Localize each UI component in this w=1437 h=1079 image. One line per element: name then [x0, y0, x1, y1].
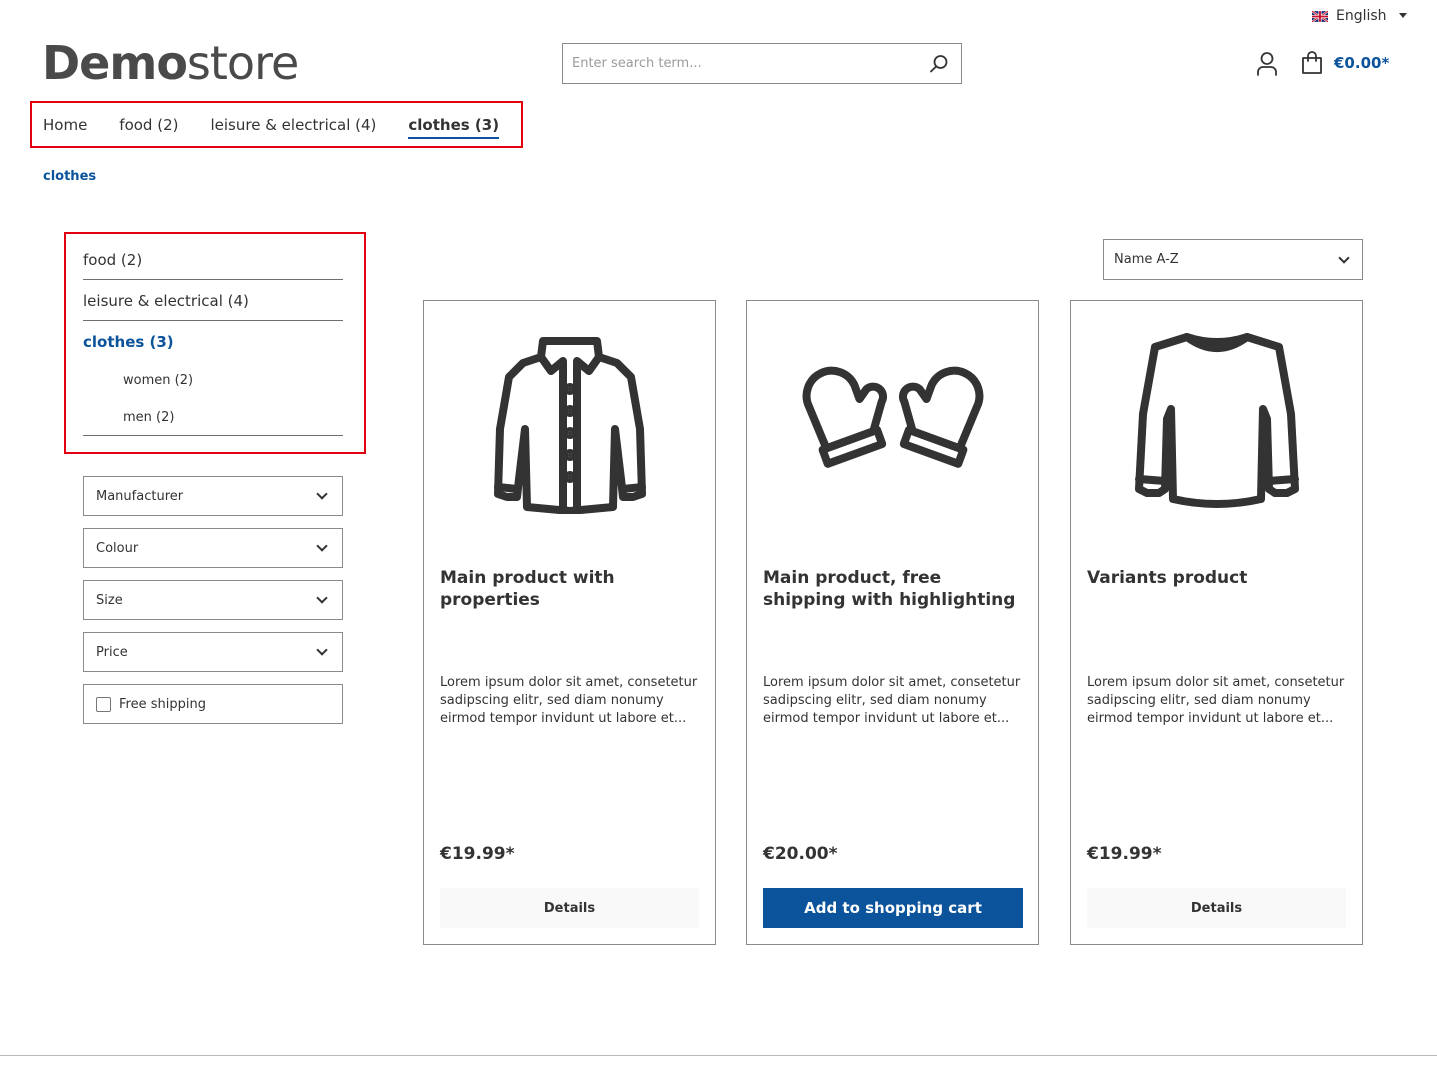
cart-button[interactable]: €0.00* [1300, 50, 1389, 76]
filter-label: Size [96, 592, 123, 608]
sidebar-item-food[interactable]: food (2) [83, 251, 343, 269]
store-logo[interactable]: Demostore [42, 36, 299, 90]
search-input[interactable] [563, 44, 917, 83]
filter-price[interactable]: Price [83, 632, 343, 672]
filter-label: Free shipping [119, 696, 206, 712]
chevron-down-icon [1338, 251, 1350, 264]
sidebar-item-clothes[interactable]: clothes (3) [83, 333, 343, 351]
caret-down-icon [1398, 12, 1407, 18]
product-name[interactable]: Main product, free shipping with highlig… [763, 567, 1025, 611]
sidebar-subitem-women[interactable]: women (2) [123, 373, 193, 388]
sweater-icon [1135, 332, 1299, 508]
product-card: Variants product Lorem ipsum dolor sit a… [1070, 300, 1363, 945]
sort-select[interactable]: Name A-Z [1103, 239, 1363, 280]
product-price: €19.99* [1087, 844, 1162, 864]
details-button[interactable]: Details [1087, 888, 1346, 928]
search-bar [562, 43, 962, 84]
filter-label: Price [96, 644, 128, 660]
sidebar-item-leisure-electrical[interactable]: leisure & electrical (4) [83, 292, 343, 310]
nav-food[interactable]: food (2) [119, 116, 178, 134]
divider [83, 320, 343, 321]
language-label: English [1336, 8, 1387, 24]
filter-free-shipping[interactable]: Free shipping [83, 684, 343, 724]
product-name[interactable]: Main product with properties [440, 567, 702, 611]
product-name[interactable]: Variants product [1087, 567, 1349, 589]
search-button[interactable] [917, 44, 961, 83]
chevron-down-icon [316, 540, 328, 552]
footer-divider [0, 1055, 1437, 1056]
breadcrumb[interactable]: clothes [43, 169, 96, 184]
product-image[interactable] [1087, 321, 1347, 521]
product-price: €19.99* [440, 844, 515, 864]
nav-leisure-electrical[interactable]: leisure & electrical (4) [210, 116, 376, 134]
user-icon [1257, 52, 1277, 76]
product-card: Main product, free shipping with highlig… [746, 300, 1039, 945]
cart-total: €0.00* [1334, 54, 1390, 72]
logo-bold-text: Demo [42, 36, 188, 90]
sort-selected-value: Name A-Z [1114, 252, 1179, 267]
product-image[interactable] [440, 321, 700, 521]
product-description: Lorem ipsum dolor sit amet, consetetur s… [440, 675, 698, 726]
sidebar-subitem-men[interactable]: men (2) [123, 410, 174, 425]
filter-manufacturer[interactable]: Manufacturer [83, 476, 343, 516]
search-icon [930, 54, 948, 72]
sidebar-category-nav: food (2) leisure & electrical (4) clothe… [64, 232, 366, 454]
filter-colour[interactable]: Colour [83, 528, 343, 568]
nav-home[interactable]: Home [43, 116, 87, 134]
chevron-down-icon [316, 592, 328, 604]
account-button[interactable] [1255, 51, 1279, 77]
chevron-down-icon [316, 488, 328, 500]
product-description: Lorem ipsum dolor sit amet, consetetur s… [763, 675, 1021, 726]
shopping-bag-icon [1302, 51, 1322, 74]
add-to-cart-button[interactable]: Add to shopping cart [763, 888, 1023, 928]
language-switcher[interactable]: English [1312, 8, 1407, 24]
product-price: €20.00* [763, 844, 838, 864]
product-card: Main product with properties Lorem ipsum… [423, 300, 716, 945]
product-description: Lorem ipsum dolor sit amet, consetetur s… [1087, 675, 1345, 726]
product-image[interactable] [763, 321, 1023, 521]
nav-clothes[interactable]: clothes (3) [408, 116, 499, 139]
main-navigation: Home food (2) leisure & electrical (4) c… [30, 101, 523, 148]
filter-size[interactable]: Size [83, 580, 343, 620]
filter-label: Manufacturer [96, 488, 184, 504]
chevron-down-icon [316, 644, 328, 656]
jacket-icon [494, 336, 646, 514]
mittens-icon [802, 366, 984, 468]
divider [83, 435, 343, 436]
uk-flag-icon [1312, 10, 1328, 22]
free-shipping-checkbox[interactable] [96, 696, 111, 712]
logo-light-text: store [186, 36, 299, 90]
divider [83, 279, 343, 280]
details-button[interactable]: Details [440, 888, 699, 928]
filter-label: Colour [96, 540, 139, 556]
